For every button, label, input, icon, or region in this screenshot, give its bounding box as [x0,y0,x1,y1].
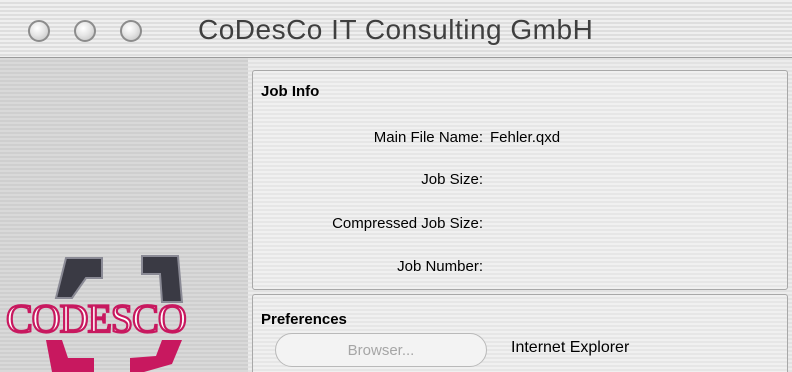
preferences-group: Preferences Browser... Internet Explorer [252,294,788,372]
title-bar[interactable]: CoDesCo IT Consulting GmbH [0,0,792,58]
close-button[interactable] [28,20,50,42]
preferences-title: Preferences [261,311,347,328]
compressed-job-size-label: Compressed Job Size: [332,215,483,232]
job-size-label: Job Size: [421,171,483,188]
app-window: CoDesCo IT Consulting GmbH CODESCO Job I… [0,0,792,372]
codesco-logo: CODESCO [6,255,188,372]
sidebar: CODESCO [0,58,248,372]
minimize-button[interactable] [74,20,96,42]
zoom-button[interactable] [120,20,142,42]
logo-text: CODESCO [6,296,186,341]
window-title: CoDesCo IT Consulting GmbH [198,14,594,45]
main-file-name-label: Main File Name: [373,129,483,146]
job-info-group: Job Info Main File Name: Fehler.qxd Job … [252,70,788,290]
main-file-name-value: Fehler.qxd [490,129,561,146]
browser-value: Internet Explorer [511,339,630,356]
job-number-label: Job Number: [397,258,483,275]
job-info-title: Job Info [261,83,320,100]
browser-button[interactable]: Browser... [275,333,487,367]
